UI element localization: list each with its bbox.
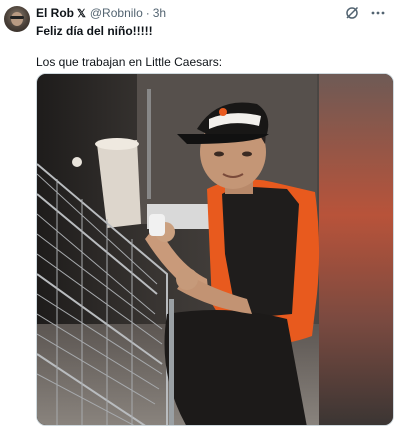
tweet-card[interactable]: El Rob 𝕏 @Robnilo · 3h Feliz día del niñ… xyxy=(0,0,400,427)
tweet-text-line-1: Feliz día del niño!!!!! xyxy=(36,24,153,38)
post-time[interactable]: 3h xyxy=(153,6,166,20)
tweet-actions xyxy=(344,5,386,21)
avatar-glasses xyxy=(10,16,24,19)
tweet-body: Feliz día del niño!!!!! Los que trabajan… xyxy=(36,23,222,70)
tweet-text-line-2: Los que trabajan en Little Caesars: xyxy=(36,55,223,69)
more-options-icon[interactable] xyxy=(370,5,386,21)
author-avatar[interactable] xyxy=(4,6,30,32)
x-badge: 𝕏 xyxy=(77,7,86,20)
author-handle[interactable]: @Robnilo xyxy=(90,6,143,20)
author-name[interactable]: El Rob xyxy=(36,6,74,20)
avatar-face xyxy=(11,12,23,26)
separator-dot: · xyxy=(145,6,150,20)
grok-icon[interactable] xyxy=(344,5,360,21)
photo-illustration xyxy=(37,74,393,425)
tweet-media-photo[interactable] xyxy=(36,73,394,426)
tweet-header: El Rob 𝕏 @Robnilo · 3h xyxy=(36,5,166,21)
